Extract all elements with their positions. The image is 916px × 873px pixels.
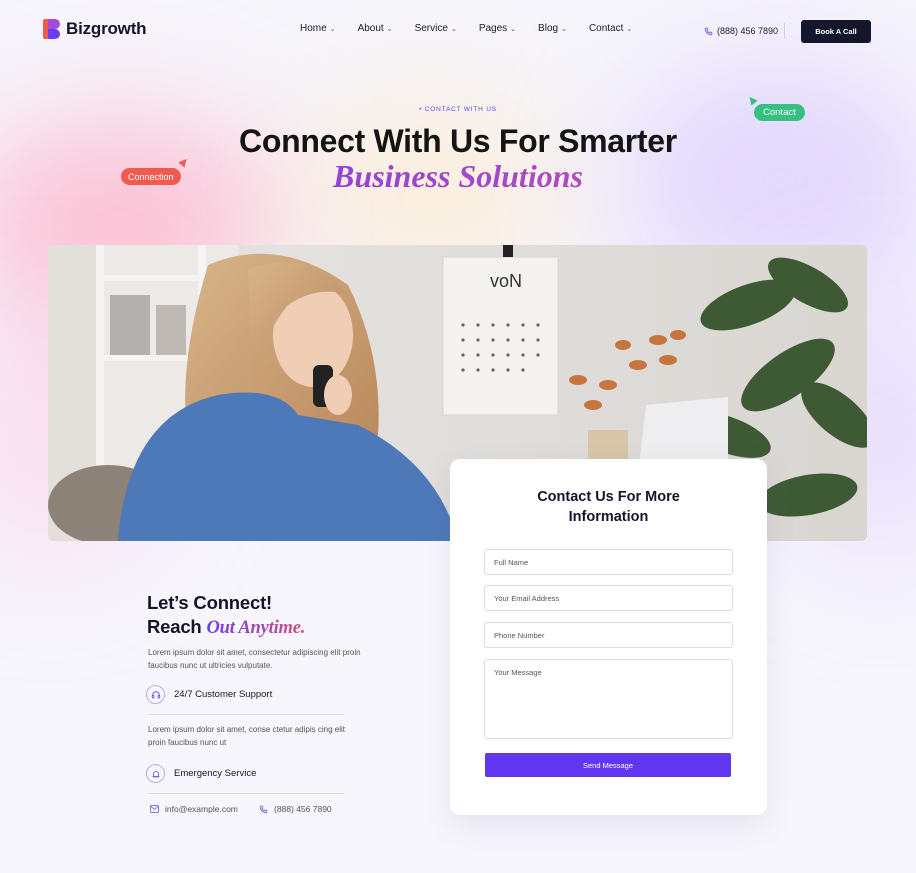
- feature-support-label: 24/7 Customer Support: [174, 689, 273, 700]
- info-heading-accent: Out Anytime.: [206, 618, 306, 638]
- info-intro: Lorem ipsum dolor sit amet, consectetur …: [148, 648, 361, 670]
- form-title-line1: Contact Us For More: [537, 489, 680, 505]
- divider: [784, 23, 785, 39]
- nav-item-service[interactable]: Service ⌄: [415, 23, 457, 34]
- form-title: Contact Us For More Information: [450, 488, 767, 527]
- info-heading: Let’s Connect! Reach Out Anytime.: [147, 591, 305, 640]
- cursor-arrow-icon: [746, 94, 758, 106]
- contact-phone-text: (888) 456 7890: [274, 804, 332, 814]
- nav-item-contact[interactable]: Contact ⌄: [589, 23, 632, 34]
- connection-tag: Connection: [121, 168, 181, 185]
- nav-label: Pages: [478, 23, 508, 34]
- form-title-line2: Information: [568, 508, 649, 525]
- header-phone[interactable]: (888) 456 7890: [704, 26, 778, 36]
- divider: [148, 793, 344, 794]
- info-heading-plain: Reach: [147, 616, 202, 637]
- nav-label: Blog: [538, 23, 559, 34]
- email-field[interactable]: Your Email Address: [484, 585, 733, 611]
- divider: [148, 714, 344, 715]
- nav-item-about[interactable]: About ⌄: [358, 23, 393, 34]
- chevron-down-icon: ⌄: [386, 25, 393, 33]
- nav-item-pages[interactable]: Pages ⌄: [479, 23, 516, 34]
- contact-email[interactable]: info@example.com: [150, 804, 238, 814]
- contact-email-text: info@example.com: [165, 804, 238, 814]
- nav-label: Home: [300, 23, 327, 34]
- header-phone-text: (888) 456 7890: [717, 26, 779, 36]
- logo-mark-icon: [43, 19, 60, 39]
- contact-phone[interactable]: (888) 456 7890: [259, 804, 332, 814]
- nav-label: Service: [414, 23, 448, 34]
- chevron-down-icon: ⌄: [626, 25, 633, 33]
- message-field[interactable]: Your Message: [484, 659, 733, 739]
- full-name-field[interactable]: Full Name: [484, 549, 733, 575]
- brand-name: Bizgrowth: [66, 19, 147, 38]
- nav-item-blog[interactable]: Blog ⌄: [538, 23, 567, 34]
- contact-form-card: Contact Us For More Information Full Nam…: [450, 459, 767, 815]
- feature-support: 24/7 Customer Support: [146, 685, 272, 704]
- chevron-down-icon: ⌄: [450, 25, 457, 33]
- feature-support-text: Lorem ipsum dolor sit amet, conse ctetur…: [148, 725, 345, 747]
- book-a-call-button[interactable]: Book A Call: [801, 20, 871, 43]
- phone-icon: [704, 27, 713, 35]
- info-heading-line1: Let’s Connect!: [147, 592, 272, 613]
- feature-emergency-label: Emergency Service: [174, 768, 257, 779]
- main-nav: Home ⌄ About ⌄ Service ⌄ Pages ⌄ Blog ⌄ Conta…: [300, 23, 632, 34]
- nav-item-home[interactable]: Home ⌄: [300, 23, 336, 34]
- headset-icon: [146, 685, 165, 704]
- phone-icon: [259, 805, 268, 813]
- chevron-down-icon: ⌄: [510, 25, 517, 33]
- feature-emergency: Emergency Service: [146, 764, 256, 783]
- brand-logo[interactable]: Bizgrowth: [43, 19, 147, 39]
- nav-label: Contact: [588, 23, 624, 34]
- calendar-text: voN: [490, 271, 522, 291]
- nav-label: About: [357, 23, 384, 34]
- hero-title: Connect With Us For Smarter: [239, 123, 677, 159]
- chevron-down-icon: ⌄: [329, 25, 336, 33]
- mail-icon: [150, 805, 159, 813]
- alarm-icon: [146, 764, 165, 783]
- send-message-button[interactable]: Send Message: [485, 753, 731, 777]
- phone-field[interactable]: Phone Number: [484, 622, 733, 648]
- chevron-down-icon: ⌄: [561, 25, 567, 33]
- contact-tag: Contact: [754, 104, 805, 121]
